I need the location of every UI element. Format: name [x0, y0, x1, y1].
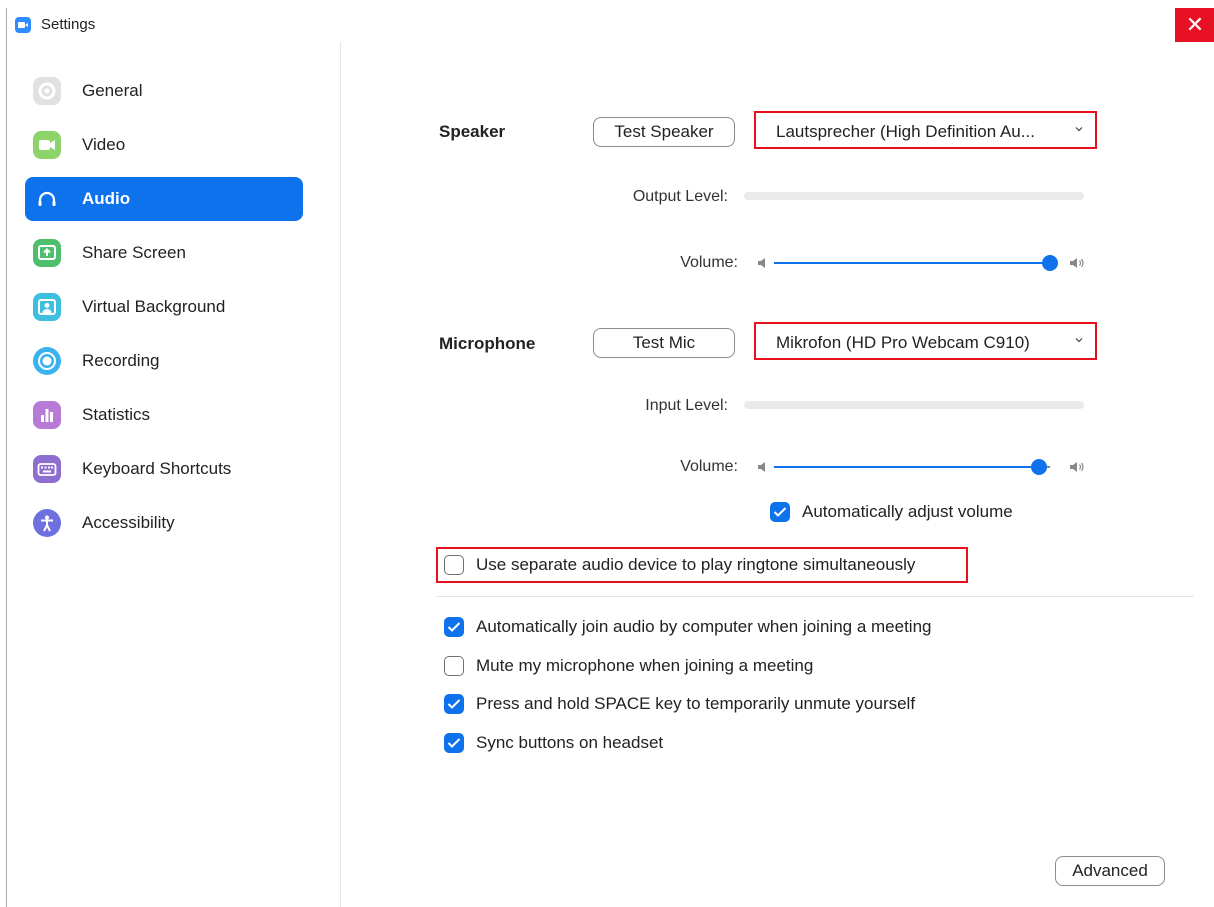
window-title: Settings — [41, 16, 96, 33]
output-level-label: Output Level: — [632, 188, 728, 205]
speaker-device-select[interactable]: Lautsprecher (High Definition Au... — [760, 117, 1091, 143]
test-mic-button[interactable]: Test Mic — [593, 328, 735, 358]
space-unmute-label: Press and hold SPACE key to temporarily … — [476, 694, 916, 713]
chevron-down-icon — [1075, 338, 1083, 343]
microphone-volume-thumb[interactable] — [1031, 459, 1047, 475]
checkmark-icon — [447, 622, 461, 632]
sidebar-item-virtual-background[interactable]: Virtual Background — [25, 285, 303, 329]
output-level-meter — [744, 192, 1084, 200]
test-speaker-button[interactable]: Test Speaker — [593, 117, 735, 147]
sidebar-item-share-screen[interactable]: Share Screen — [25, 231, 303, 275]
accessibility-icon — [33, 509, 61, 537]
mute-mic-on-join-label: Mute my microphone when joining a meetin… — [476, 656, 814, 675]
slider-remaining-track — [1047, 466, 1050, 468]
sidebar-item-label: General — [82, 81, 143, 100]
audio-settings-panel: Speaker Test Speaker Lautsprecher (High … — [342, 42, 1214, 907]
auto-join-audio-label: Automatically join audio by computer whe… — [476, 617, 932, 636]
sync-headset-checkbox[interactable] — [444, 733, 464, 753]
separate-ringtone-label: Use separate audio device to play ringto… — [476, 555, 916, 574]
mute-mic-on-join-checkbox[interactable] — [444, 656, 464, 676]
section-divider — [436, 596, 1194, 597]
volume-high-icon — [1070, 462, 1084, 472]
speaker-volume-slider[interactable] — [774, 255, 1058, 271]
sidebar-item-label: Recording — [82, 351, 160, 370]
auto-adjust-volume-checkbox[interactable] — [770, 502, 790, 522]
volume-low-icon — [758, 462, 765, 472]
microphone-device-value: Mikrofon (HD Pro Webcam C910) — [776, 333, 1030, 352]
sidebar-item-audio[interactable]: Audio — [25, 177, 303, 221]
checkmark-icon — [773, 507, 787, 517]
microphone-device-highlight: Mikrofon (HD Pro Webcam C910) — [754, 322, 1097, 360]
record-icon — [33, 347, 61, 375]
speaker-device-value: Lautsprecher (High Definition Au... — [776, 122, 1035, 141]
bar-chart-icon — [33, 401, 61, 429]
settings-window: Settings ✕ General Video Audio Share Scr… — [6, 8, 1214, 907]
advanced-button[interactable]: Advanced — [1055, 856, 1165, 886]
input-level-label: Input Level: — [645, 397, 728, 414]
sidebar-item-recording[interactable]: Recording — [25, 339, 303, 383]
volume-high-icon — [1070, 258, 1084, 268]
share-screen-icon — [33, 239, 61, 267]
close-button[interactable]: ✕ — [1175, 8, 1214, 42]
zoom-app-icon — [15, 17, 31, 33]
checkmark-icon — [447, 738, 461, 748]
input-level-meter — [744, 401, 1084, 409]
separate-ringtone-checkbox[interactable] — [444, 555, 464, 575]
microphone-volume-slider[interactable] — [774, 459, 1050, 475]
speaker-device-highlight: Lautsprecher (High Definition Au... — [754, 111, 1097, 149]
sidebar-item-label: Audio — [82, 189, 131, 208]
person-background-icon — [33, 293, 61, 321]
auto-adjust-volume-label: Automatically adjust volume — [802, 502, 1013, 521]
sidebar-item-label: Accessibility — [82, 513, 175, 532]
headphones-icon — [33, 185, 61, 213]
sidebar-item-accessibility[interactable]: Accessibility — [25, 501, 303, 545]
microphone-label: Microphone — [439, 334, 536, 353]
checkmark-icon — [447, 699, 461, 709]
microphone-volume-label: Volume: — [680, 458, 738, 475]
chevron-down-icon — [1075, 127, 1083, 132]
sidebar-item-label: Virtual Background — [82, 297, 226, 316]
sidebar-item-label: Statistics — [82, 405, 151, 424]
sidebar-item-label: Video — [82, 135, 126, 154]
sidebar: General Video Audio Share Screen Virtual… — [7, 42, 341, 907]
speaker-volume-label: Volume: — [680, 254, 738, 271]
microphone-device-select[interactable]: Mikrofon (HD Pro Webcam C910) — [760, 328, 1091, 354]
video-camera-icon — [33, 131, 61, 159]
gear-icon — [33, 77, 61, 105]
keyboard-icon — [33, 455, 61, 483]
volume-low-icon — [758, 258, 765, 268]
sidebar-item-label: Share Screen — [82, 243, 186, 262]
speaker-label: Speaker — [439, 122, 506, 141]
sidebar-item-label: Keyboard Shortcuts — [82, 459, 232, 478]
sync-headset-label: Sync buttons on headset — [476, 733, 664, 752]
space-unmute-checkbox[interactable] — [444, 694, 464, 714]
sidebar-item-keyboard-shortcuts[interactable]: Keyboard Shortcuts — [25, 447, 303, 491]
sidebar-item-general[interactable]: General — [25, 69, 303, 113]
auto-join-audio-checkbox[interactable] — [444, 617, 464, 637]
sidebar-item-statistics[interactable]: Statistics — [25, 393, 303, 437]
sidebar-item-video[interactable]: Video — [25, 123, 303, 167]
speaker-volume-thumb[interactable] — [1042, 255, 1058, 271]
title-bar: Settings ✕ — [7, 8, 1214, 42]
